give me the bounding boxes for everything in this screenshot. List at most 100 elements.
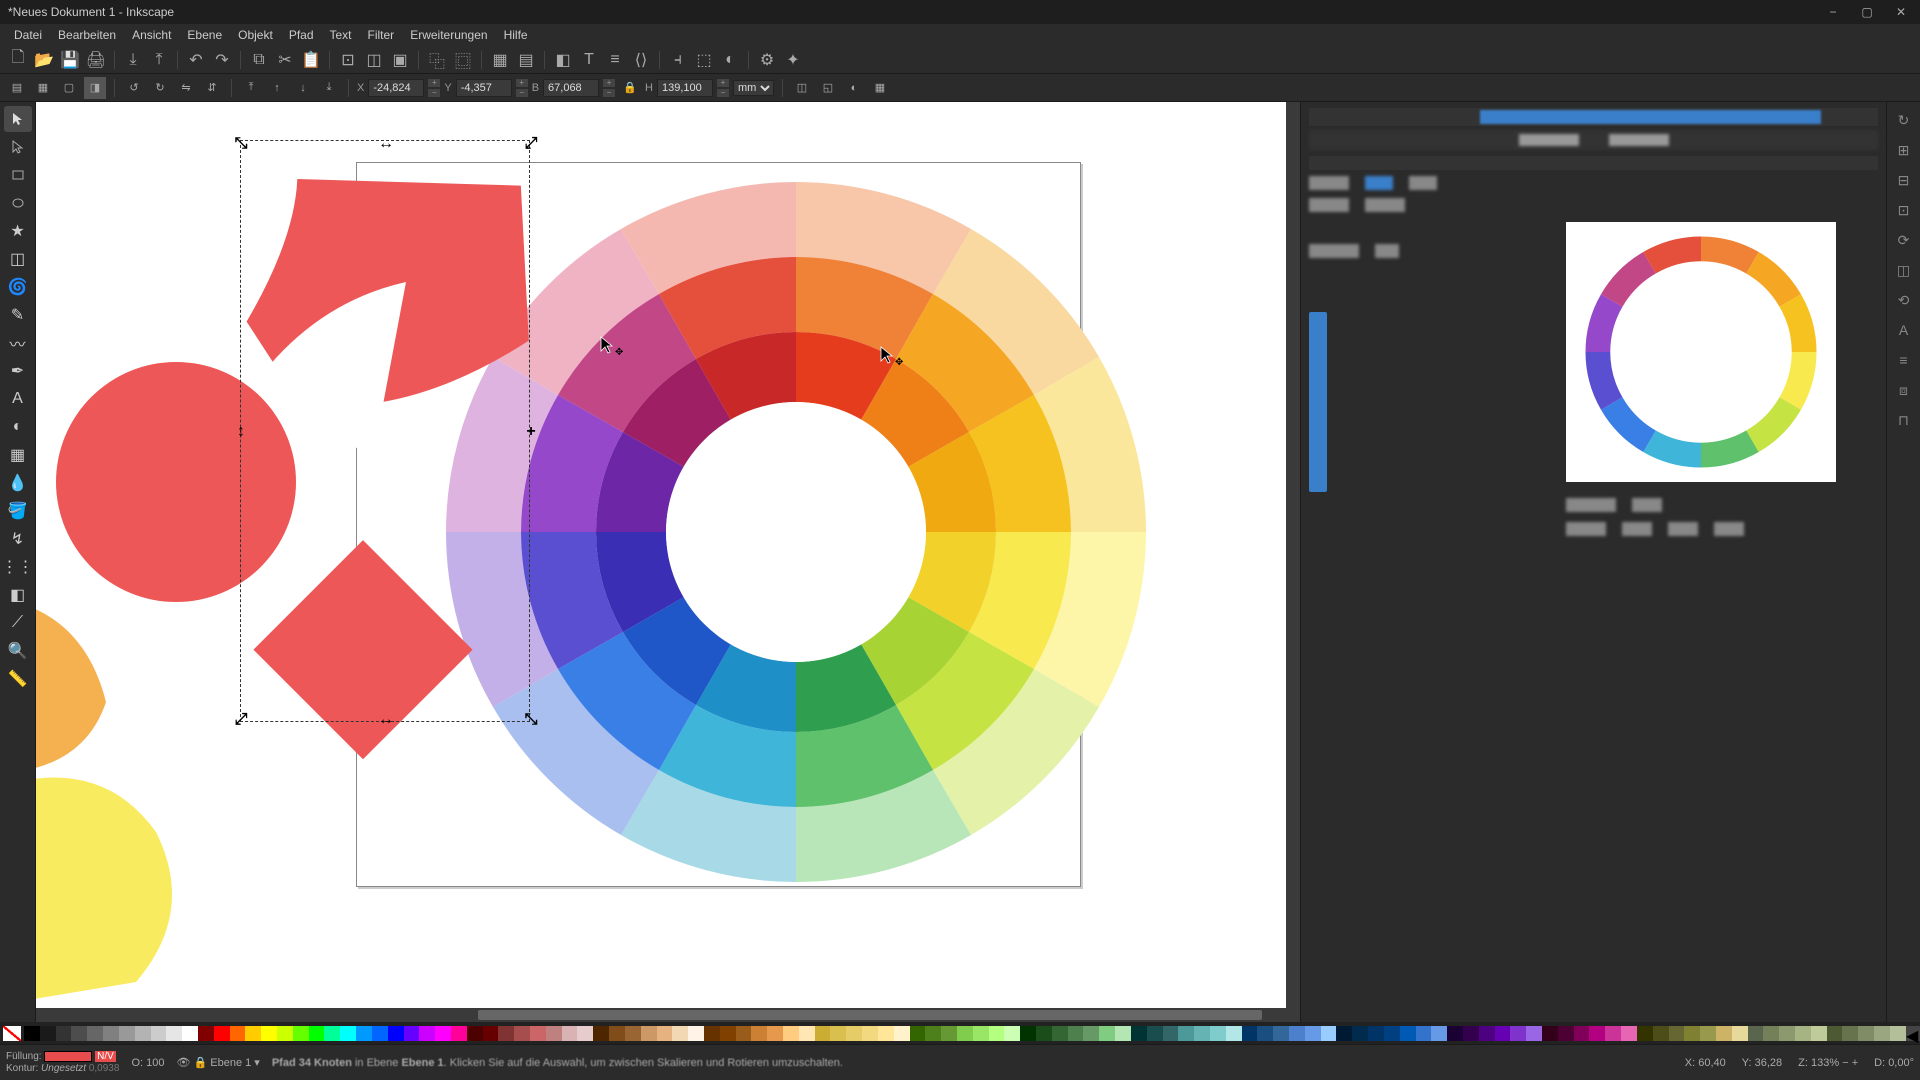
palette-swatch[interactable] <box>340 1026 356 1041</box>
palette-swatch[interactable] <box>1463 1026 1479 1041</box>
rotation[interactable]: D: 0,00° <box>1874 1057 1914 1069</box>
palette-swatch[interactable] <box>1305 1026 1321 1041</box>
palette-swatch[interactable] <box>609 1026 625 1041</box>
b-dec[interactable]: − <box>603 89 615 97</box>
zoom-tool-icon[interactable]: 🔍 <box>4 638 32 664</box>
spray-tool-icon[interactable]: ⋮⋮ <box>4 554 32 580</box>
palette-swatch[interactable] <box>1289 1026 1305 1041</box>
palette-swatch[interactable] <box>514 1026 530 1041</box>
zoom-page-icon[interactable]: ▣ <box>388 48 412 72</box>
y-dec[interactable]: − <box>516 89 528 97</box>
undo-icon[interactable]: ↶ <box>184 48 208 72</box>
maximize-icon[interactable]: ▢ <box>1860 5 1874 19</box>
3dbox-tool-icon[interactable]: ◫ <box>4 246 32 272</box>
palette-swatch[interactable] <box>704 1026 720 1041</box>
palette-swatch[interactable] <box>1589 1026 1605 1041</box>
palette-swatch[interactable] <box>1020 1026 1036 1041</box>
zoom-sel-icon[interactable]: ⊡ <box>336 48 360 72</box>
palette-swatch[interactable] <box>1700 1026 1716 1041</box>
sel-toggle-icon[interactable]: ◨ <box>84 77 106 99</box>
side-btn-1-icon[interactable]: ↻ <box>1892 108 1916 132</box>
rotate-ccw-icon[interactable]: ↺ <box>123 77 145 99</box>
export-icon[interactable]: ⤒ <box>147 48 171 72</box>
palette-swatch[interactable] <box>1257 1026 1273 1041</box>
lower-bottom-icon[interactable]: ⤓ <box>318 77 340 99</box>
palette-swatch[interactable] <box>894 1026 910 1041</box>
align-icon[interactable]: ⫞ <box>666 48 690 72</box>
b-input[interactable] <box>543 79 599 97</box>
zoom-drawing-icon[interactable]: ◫ <box>362 48 386 72</box>
menu-filter[interactable]: Filter <box>360 26 403 44</box>
palette-swatch[interactable] <box>1795 1026 1811 1041</box>
side-btn-11-icon[interactable]: ⊓ <box>1892 408 1916 432</box>
palette-swatch[interactable] <box>1242 1026 1258 1041</box>
palette-swatch[interactable] <box>546 1026 562 1041</box>
measure-tool-icon[interactable]: 📏 <box>4 666 32 692</box>
mesh-tool-icon[interactable]: ▦ <box>4 442 32 468</box>
affect-corners-icon[interactable]: ◱ <box>817 77 839 99</box>
side-btn-9-icon[interactable]: ≡ <box>1892 348 1916 372</box>
palette-swatch[interactable] <box>87 1026 103 1041</box>
side-btn-8-icon[interactable]: A <box>1892 318 1916 342</box>
palette-swatch[interactable] <box>736 1026 752 1041</box>
menu-ansicht[interactable]: Ansicht <box>124 26 179 44</box>
copy-icon[interactable]: ⧉ <box>247 48 271 72</box>
rect-tool-icon[interactable] <box>4 162 32 188</box>
palette-swatch[interactable] <box>641 1026 657 1041</box>
palette-swatch[interactable] <box>941 1026 957 1041</box>
palette-swatch[interactable] <box>783 1026 799 1041</box>
tweak-tool-icon[interactable]: ↯ <box>4 526 32 552</box>
h-inc[interactable]: + <box>717 79 729 87</box>
palette-swatch[interactable] <box>1732 1026 1748 1041</box>
side-btn-7-icon[interactable]: ⟲ <box>1892 288 1916 312</box>
palette-swatch[interactable] <box>1479 1026 1495 1041</box>
cut-icon[interactable]: ✂ <box>273 48 297 72</box>
ungroup-icon[interactable]: ▤ <box>514 48 538 72</box>
palette-swatch[interactable] <box>356 1026 372 1041</box>
palette-swatch[interactable] <box>1669 1026 1685 1041</box>
minimize-icon[interactable]: − <box>1826 5 1840 19</box>
eraser-tool-icon[interactable]: ◧ <box>4 582 32 608</box>
palette-swatch[interactable] <box>166 1026 182 1041</box>
menu-ebene[interactable]: Ebene <box>179 26 230 44</box>
h-input[interactable] <box>657 79 713 97</box>
palette-swatch[interactable] <box>562 1026 578 1041</box>
clone-icon[interactable]: ⿴ <box>451 48 475 72</box>
zoom[interactable]: Z: 133% − + <box>1798 1057 1858 1069</box>
palette-swatch[interactable] <box>103 1026 119 1041</box>
docprops-icon[interactable]: ⚙ <box>755 48 779 72</box>
palette-swatch[interactable] <box>1574 1026 1590 1041</box>
palette-swatch[interactable] <box>1827 1026 1843 1041</box>
palette-none-swatch[interactable] <box>3 1026 21 1041</box>
deselect-icon[interactable]: ▢ <box>58 77 80 99</box>
palette-swatch[interactable] <box>1542 1026 1558 1041</box>
pencil-tool-icon[interactable]: ✎ <box>4 302 32 328</box>
star-tool-icon[interactable]: ★ <box>4 218 32 244</box>
side-btn-6-icon[interactable]: ◫ <box>1892 258 1916 282</box>
palette-swatch[interactable] <box>40 1026 56 1041</box>
palette-swatch[interactable] <box>483 1026 499 1041</box>
palette-swatch[interactable] <box>1384 1026 1400 1041</box>
text-icon[interactable]: T <box>577 48 601 72</box>
palette-swatch[interactable] <box>1194 1026 1210 1041</box>
y-input[interactable] <box>456 79 512 97</box>
palette-swatch[interactable] <box>1431 1026 1447 1041</box>
palette-swatch[interactable] <box>1336 1026 1352 1041</box>
palette-swatch[interactable] <box>1178 1026 1194 1041</box>
selector-tool-icon[interactable] <box>4 106 32 132</box>
palette-swatch[interactable] <box>593 1026 609 1041</box>
palette-swatch[interactable] <box>1099 1026 1115 1041</box>
flip-h-icon[interactable]: ⇋ <box>175 77 197 99</box>
sel-all-icon[interactable]: ▦ <box>32 77 54 99</box>
palette-swatch[interactable] <box>151 1026 167 1041</box>
palette-swatch[interactable] <box>309 1026 325 1041</box>
palette-swatch[interactable] <box>577 1026 593 1041</box>
palette-swatch[interactable] <box>767 1026 783 1041</box>
palette-swatch[interactable] <box>815 1026 831 1041</box>
palette-swatch[interactable] <box>230 1026 246 1041</box>
palette-swatch[interactable] <box>1163 1026 1179 1041</box>
palette-swatch[interactable] <box>1083 1026 1099 1041</box>
palette-swatch[interactable] <box>1131 1026 1147 1041</box>
close-icon[interactable]: ✕ <box>1894 5 1908 19</box>
circle-tool-icon[interactable] <box>4 190 32 216</box>
